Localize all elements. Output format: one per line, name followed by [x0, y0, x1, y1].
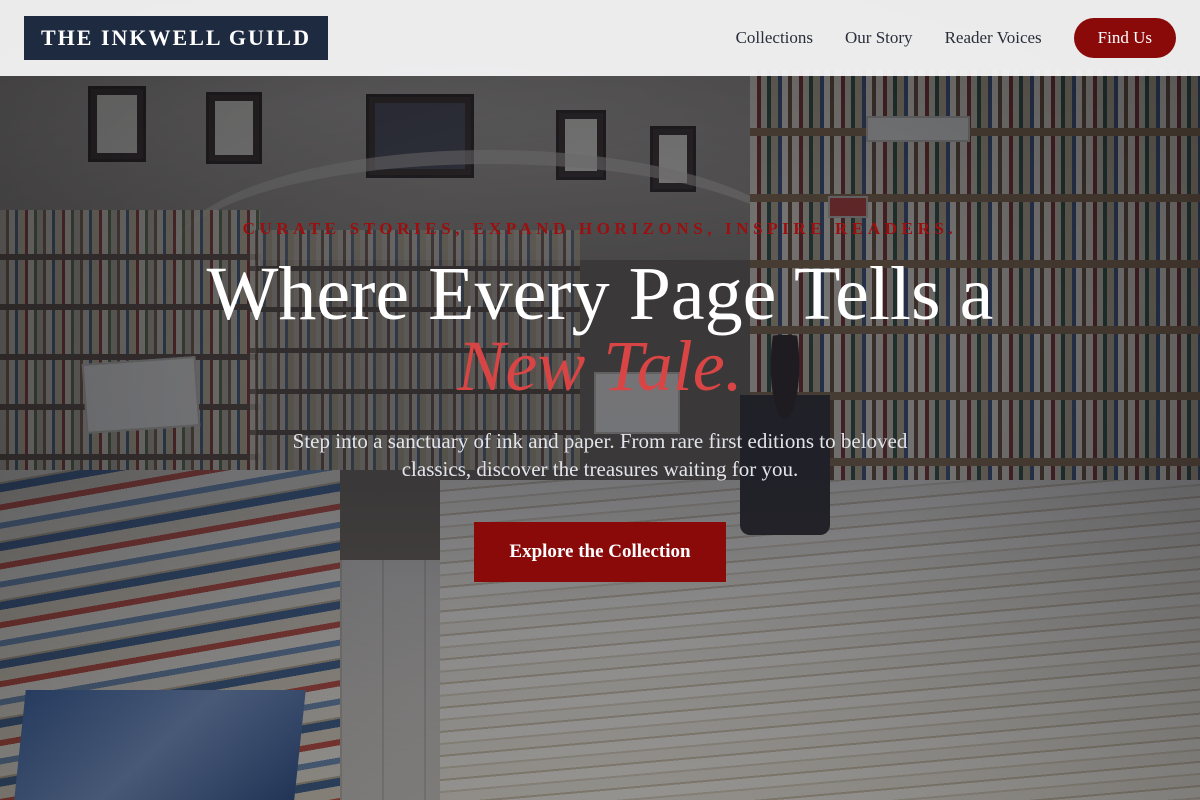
hero-headline: Where Every Page Tells a — [206, 252, 994, 336]
find-us-button[interactable]: Find Us — [1073, 18, 1176, 58]
hero-subtitle: Step into a sanctuary of ink and paper. … — [292, 429, 908, 481]
explore-collection-button[interactable]: Explore the Collection — [474, 522, 726, 582]
hero-tagline: CURATE STORIES, EXPAND HORIZONS, INSPIRE… — [242, 219, 958, 238]
main-nav: Collections Our Story Reader Voices Find… — [704, 18, 1176, 58]
nav-link-our-story[interactable]: Our Story — [845, 28, 913, 48]
hero-headline-accent: New Tale. — [457, 326, 743, 406]
site-header: THE INKWELL GUILD Collections Our Story … — [0, 0, 1200, 76]
nav-link-reader-voices[interactable]: Reader Voices — [945, 28, 1042, 48]
nav-link-collections[interactable]: Collections — [736, 28, 813, 48]
site-logo[interactable]: THE INKWELL GUILD — [24, 16, 328, 60]
hero-content: CURATE STORIES, EXPAND HORIZONS, INSPIRE… — [0, 0, 1200, 800]
